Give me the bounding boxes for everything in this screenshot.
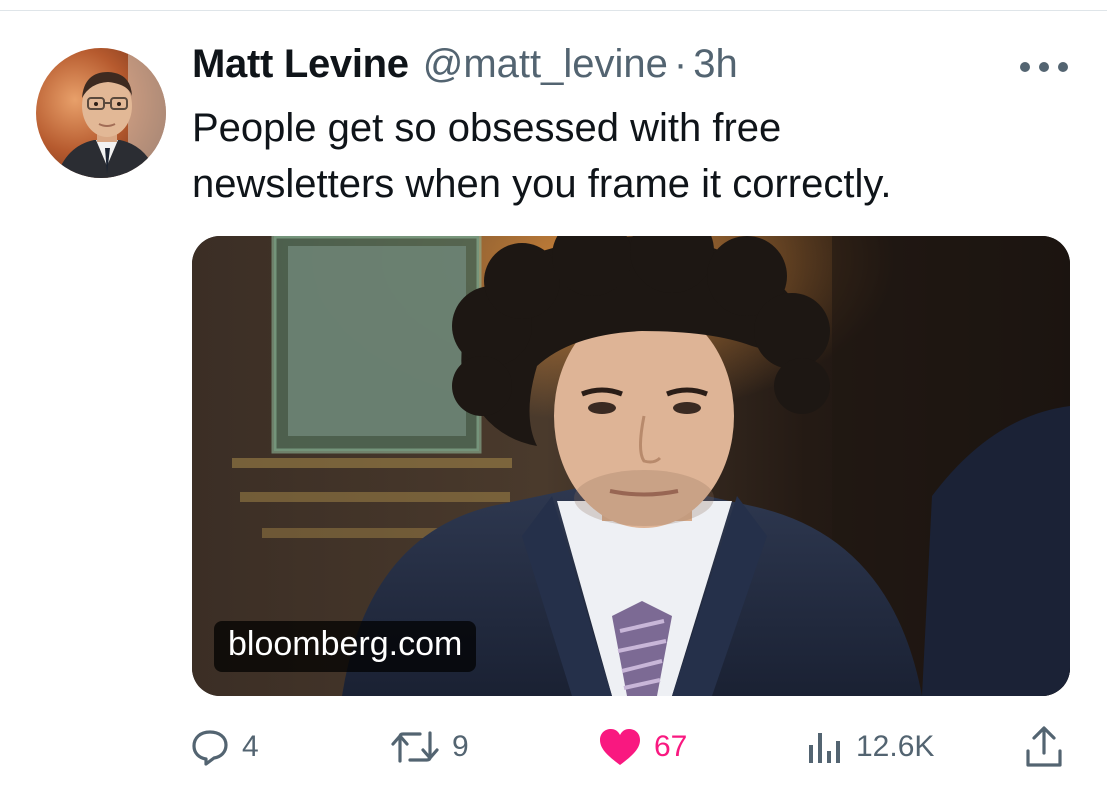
card-domain-label: bloomberg.com [214, 621, 477, 672]
reply-icon [190, 727, 230, 767]
header-separator: · [673, 42, 688, 86]
tweet-text-line: newsletters when you frame it correctly. [192, 162, 892, 206]
retweet-count: 9 [452, 730, 469, 763]
like-count: 67 [654, 730, 688, 763]
author-avatar[interactable] [36, 48, 166, 178]
retweet-button[interactable]: 9 [390, 722, 469, 772]
views-button[interactable]: 12.6K [804, 722, 934, 772]
tweet-timestamp[interactable]: 3h [693, 42, 738, 87]
link-card[interactable]: bloomberg.com [192, 236, 1070, 696]
heart-icon [598, 727, 642, 767]
tweet-action-bar: 4 9 67 12.6K [190, 722, 1070, 772]
like-button[interactable]: 67 [598, 722, 687, 772]
tweet-header: Matt Levine @matt_levine · 3h [192, 42, 738, 92]
author-handle[interactable]: @matt_levine [423, 42, 668, 87]
share-icon [1024, 725, 1064, 769]
tweet-text: People get so obsessed with free newslet… [192, 100, 1052, 212]
more-icon [1018, 60, 1070, 74]
views-count: 12.6K [856, 730, 935, 763]
author-display-name[interactable]: Matt Levine [192, 42, 409, 87]
retweet-icon [390, 727, 440, 767]
tweet-text-line: People get so obsessed with free [192, 106, 782, 150]
tweet[interactable]: Matt Levine @matt_levine · 3h People get… [0, 0, 1107, 800]
share-button[interactable] [1024, 722, 1064, 772]
views-icon [804, 727, 844, 767]
more-options-button[interactable] [1016, 52, 1072, 82]
reply-button[interactable]: 4 [190, 722, 259, 772]
reply-count: 4 [242, 730, 259, 763]
